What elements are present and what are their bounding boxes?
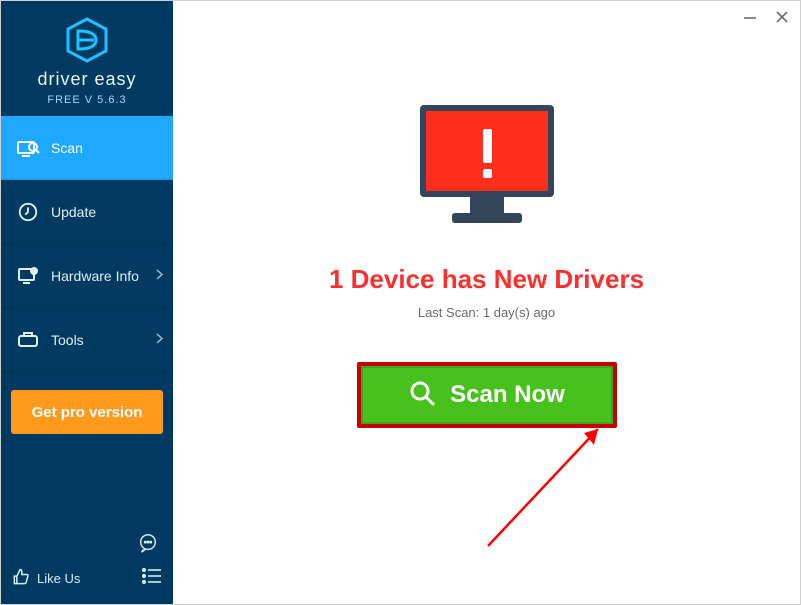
sidebar-item-scan[interactable]: Scan <box>1 116 173 180</box>
sidebar-bottom: Like Us <box>1 520 173 604</box>
menu-icon[interactable] <box>141 567 163 590</box>
sidebar: driver easy FREE V 5.6.3 Scan <box>1 1 173 604</box>
sidebar-item-label: Hardware Info <box>51 268 139 284</box>
thumbs-up-icon <box>11 567 31 590</box>
sidebar-item-label: Update <box>51 204 96 220</box>
minimize-button[interactable] <box>742 9 758 25</box>
annotation-arrow-icon <box>478 411 638 551</box>
chat-icon[interactable] <box>137 532 159 559</box>
hardware-icon: i <box>15 263 41 289</box>
last-scan-text: Last Scan: 1 day(s) ago <box>418 305 555 320</box>
update-icon <box>15 199 41 225</box>
logo-block: driver easy FREE V 5.6.3 <box>1 1 173 116</box>
sidebar-nav: Scan Update <box>1 116 173 372</box>
brand-logo-icon <box>64 17 110 63</box>
sidebar-item-update[interactable]: Update <box>1 180 173 244</box>
scan-now-label: Scan Now <box>450 381 565 409</box>
get-pro-label: Get pro version <box>32 404 143 421</box>
get-pro-button[interactable]: Get pro version <box>11 390 163 434</box>
chevron-right-icon <box>156 269 163 283</box>
monitor-graphic <box>412 101 562 238</box>
tools-icon <box>15 327 41 353</box>
scan-now-button[interactable]: Scan Now <box>357 362 617 428</box>
sidebar-item-hardware-info[interactable]: i Hardware Info <box>1 244 173 308</box>
magnify-icon <box>408 379 436 412</box>
brand-name: driver easy <box>37 69 136 90</box>
monitor-alert-icon <box>412 101 562 238</box>
chevron-right-icon <box>156 333 163 347</box>
sidebar-item-label: Tools <box>51 332 84 348</box>
window-controls <box>742 9 790 25</box>
sidebar-item-tools[interactable]: Tools <box>1 308 173 372</box>
close-button[interactable] <box>774 9 790 25</box>
like-us-label: Like Us <box>37 571 80 586</box>
app-window: driver easy FREE V 5.6.3 Scan <box>0 0 801 605</box>
like-us-button[interactable]: Like Us <box>11 567 80 590</box>
brand-version: FREE V 5.6.3 <box>47 94 126 106</box>
main-panel: 1 Device has New Drivers Last Scan: 1 da… <box>173 1 800 604</box>
headline: 1 Device has New Drivers <box>329 264 644 295</box>
scan-icon <box>15 135 41 161</box>
sidebar-item-label: Scan <box>51 140 83 156</box>
